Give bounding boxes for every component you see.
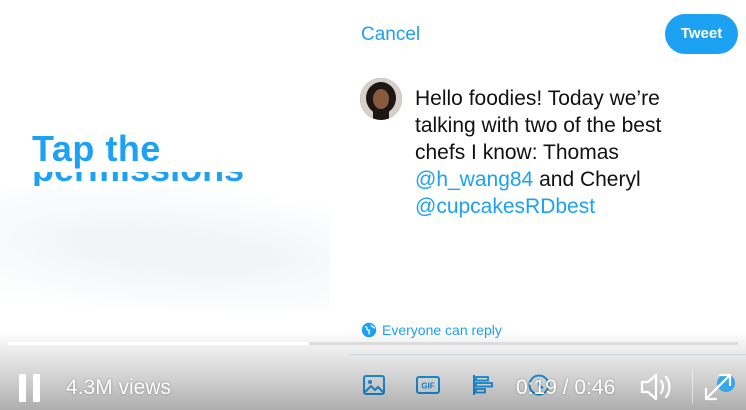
fullscreen-icon: [704, 373, 735, 401]
video-frame[interactable]: Tap the permissions: [0, 0, 350, 410]
gif-label: GIF: [421, 382, 434, 391]
mention-link[interactable]: @cupcakesRDbest: [415, 195, 595, 218]
time-total: 0:46: [574, 376, 616, 399]
progress-bar[interactable]: [8, 342, 738, 345]
video-overlay-title: Tap the: [32, 128, 161, 169]
volume-icon: [640, 373, 671, 401]
toolbar-divider: [350, 354, 746, 355]
cancel-button[interactable]: Cancel: [361, 24, 420, 46]
time-display: 0:19 / 0:46: [516, 376, 616, 399]
progress-fill: [8, 342, 310, 345]
tweet-text-content[interactable]: Hello foodies! Today we’re talking with …: [415, 85, 715, 220]
gif-icon[interactable]: GIF: [415, 372, 441, 398]
controls-separator: [692, 370, 693, 404]
tweet-text-segment: and Cheryl: [533, 168, 641, 191]
reply-setting[interactable]: Everyone can reply: [361, 321, 502, 339]
tweet-button[interactable]: Tweet: [665, 14, 738, 54]
avatar-image: [360, 78, 402, 120]
fullscreen-button[interactable]: [702, 371, 736, 403]
globe-icon: [361, 322, 377, 338]
volume-button[interactable]: [638, 370, 676, 404]
time-current: 0:19: [516, 376, 557, 399]
reply-setting-label: Everyone can reply: [382, 322, 502, 338]
tweet-compose-panel: Cancel Tweet Hello foodies! Today we’re …: [350, 0, 746, 410]
pause-icon-bar-left: [19, 374, 26, 402]
video-overlay-subtitle: permissions: [32, 172, 244, 186]
view-count: 4.3M views: [66, 376, 172, 399]
poll-icon[interactable]: [470, 372, 496, 398]
tweet-text-segment: Hello foodies! Today we’re talking with …: [415, 87, 662, 164]
pause-icon-bar-right: [33, 374, 40, 402]
pause-button[interactable]: [18, 374, 42, 402]
mention-link[interactable]: @h_wang84: [415, 168, 533, 191]
avatar[interactable]: [360, 78, 402, 120]
video-background-shapes: [0, 190, 330, 310]
video-overlay-subtitle-clip: permissions: [32, 172, 292, 186]
image-icon[interactable]: [361, 372, 387, 398]
